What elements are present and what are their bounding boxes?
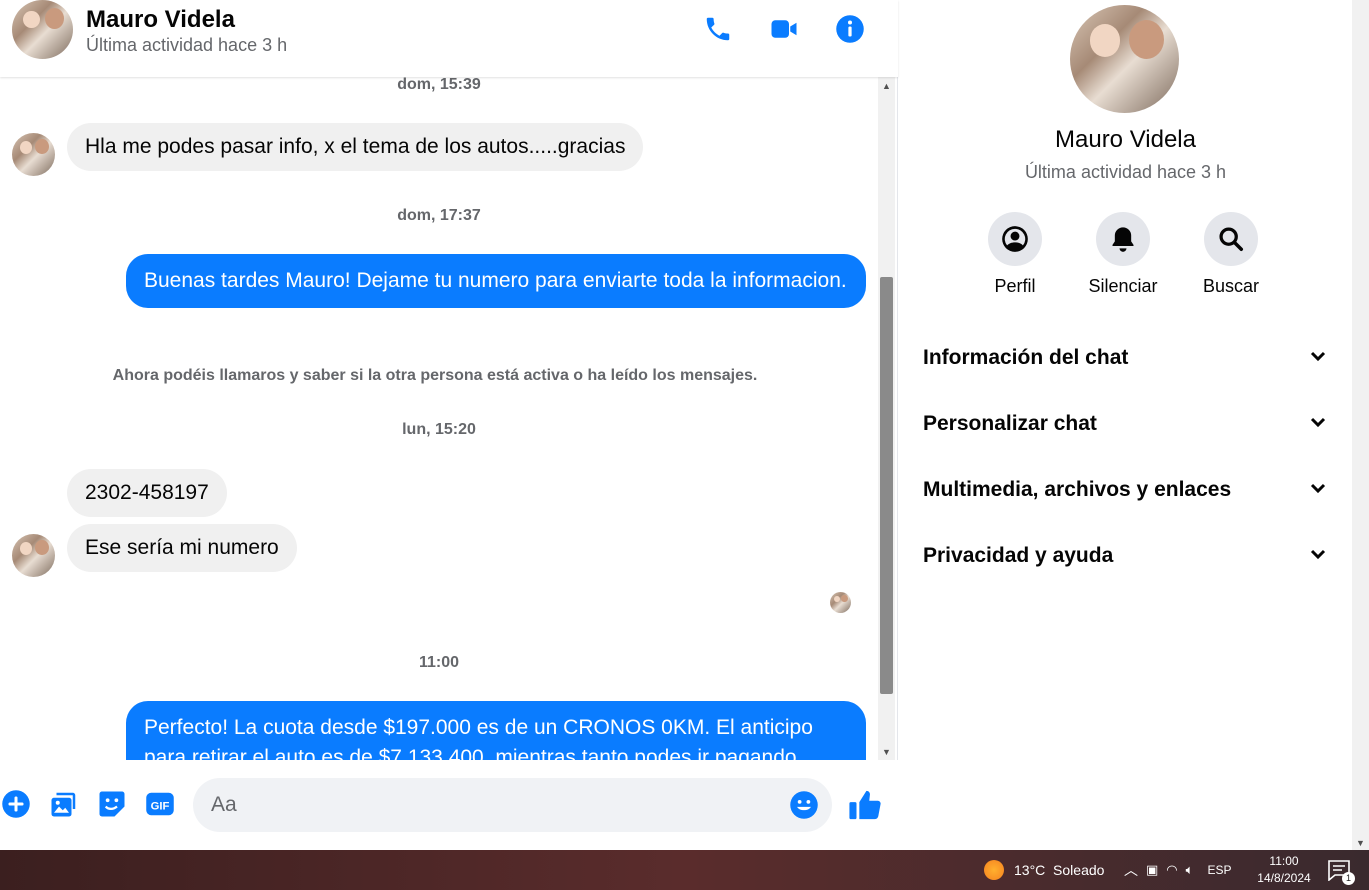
search-icon xyxy=(1204,212,1258,266)
incoming-message[interactable]: 2302-458197 xyxy=(67,469,227,517)
chevron-up-icon[interactable]: ︿ xyxy=(1124,860,1138,880)
messenger-app: Mauro Videla Última actividad hace 3 h d… xyxy=(0,0,1369,850)
contact-status: Última actividad hace 3 h xyxy=(86,35,288,55)
chevron-down-icon xyxy=(1308,478,1328,503)
sender-avatar[interactable] xyxy=(12,133,55,176)
chat-scrollbar[interactable]: ▲ ▼ xyxy=(878,77,895,760)
mute-label: Silenciar xyxy=(1088,276,1158,296)
emoji-icon[interactable] xyxy=(789,790,819,820)
search-button[interactable]: Buscar xyxy=(1186,212,1276,297)
info-contact-name: Mauro Videla xyxy=(1055,126,1196,153)
clock[interactable]: 11:00 14/8/2024 xyxy=(1254,853,1314,887)
message-list[interactable]: dom, 15:39 Hla me podes pasar info, x el… xyxy=(0,77,878,760)
like-icon[interactable] xyxy=(848,788,882,822)
clock-time: 11:00 xyxy=(1269,854,1299,868)
read-receipt-avatar xyxy=(830,592,851,613)
volume-icon[interactable]: 🔈︎ xyxy=(1186,862,1194,878)
chat-pane: Mauro Videla Última actividad hace 3 h d… xyxy=(0,0,898,850)
scroll-thumb[interactable] xyxy=(880,277,893,694)
chevron-down-icon xyxy=(1308,412,1328,437)
plus-icon[interactable] xyxy=(0,788,32,820)
profile-button[interactable]: Perfil xyxy=(970,212,1060,297)
conversation-info-panel: Mauro Videla Última actividad hace 3 h P… xyxy=(899,0,1352,850)
section-label: Información del chat xyxy=(923,346,1129,369)
section-label: Personalizar chat xyxy=(923,412,1097,435)
gif-icon[interactable]: GIF xyxy=(144,788,176,820)
timestamp: dom, 15:39 xyxy=(397,77,481,93)
outgoing-message[interactable]: Buenas tardes Mauro! Dejame tu numero pa… xyxy=(126,254,866,308)
wifi-icon[interactable]: ◠ xyxy=(1166,862,1177,878)
scroll-up-arrow-icon[interactable]: ▲ xyxy=(878,77,895,94)
image-icon[interactable] xyxy=(48,788,80,820)
section-label: Multimedia, archivos y enlaces xyxy=(923,478,1232,501)
info-contact-status: Última actividad hace 3 h xyxy=(1024,162,1227,182)
section-customize-chat[interactable]: Personalizar chat xyxy=(923,404,1328,444)
bell-icon xyxy=(1096,212,1150,266)
sender-avatar[interactable] xyxy=(12,534,55,577)
notification-center-icon[interactable]: 1 xyxy=(1327,859,1355,885)
incoming-message[interactable]: Hla me podes pasar info, x el tema de lo… xyxy=(67,123,644,171)
incoming-message[interactable]: Ese sería mi numero xyxy=(67,524,297,572)
profile-label: Perfil xyxy=(994,276,1036,296)
message-input[interactable] xyxy=(211,778,781,832)
windows-taskbar: 13°C Soleado ︿ ▣ ◠ 🔈︎ ESP 11:00 14/8/202… xyxy=(0,850,1369,890)
chevron-down-icon xyxy=(1308,544,1328,569)
contact-avatar[interactable] xyxy=(12,0,73,59)
contact-name[interactable]: Mauro Videla xyxy=(86,6,235,34)
system-notice: Ahora podéis llamaros y saber si la otra… xyxy=(112,367,758,384)
sun-icon xyxy=(984,860,1004,880)
mute-button[interactable]: Silenciar xyxy=(1078,212,1168,297)
composer-bar: GIF xyxy=(0,760,898,850)
section-privacy-help[interactable]: Privacidad y ayuda xyxy=(923,536,1328,576)
timestamp: lun, 15:20 xyxy=(402,421,476,438)
weather-widget[interactable]: 13°C Soleado xyxy=(984,860,1104,880)
system-tray: ︿ ▣ ◠ 🔈︎ ESP xyxy=(1124,860,1231,880)
timestamp: 11:00 xyxy=(418,654,460,671)
outgoing-message[interactable]: Perfecto! La cuota desde $197.000 es de … xyxy=(126,701,866,760)
chat-header: Mauro Videla Última actividad hace 3 h xyxy=(0,0,898,77)
contact-avatar-large[interactable] xyxy=(1070,5,1179,113)
info-icon[interactable] xyxy=(833,12,867,46)
clock-date: 14/8/2024 xyxy=(1257,871,1311,885)
section-label: Privacidad y ayuda xyxy=(923,544,1114,567)
weather-text: 13°C Soleado xyxy=(1014,862,1105,878)
sticker-icon[interactable] xyxy=(96,788,128,820)
video-call-icon[interactable] xyxy=(767,12,801,46)
scroll-down-arrow-icon[interactable]: ▼ xyxy=(1352,838,1369,848)
profile-icon xyxy=(988,212,1042,266)
language-indicator[interactable]: ESP xyxy=(1207,863,1231,877)
meet-icon[interactable]: ▣ xyxy=(1146,862,1158,878)
timestamp: dom, 17:37 xyxy=(397,207,481,224)
section-chat-info[interactable]: Información del chat xyxy=(923,338,1328,378)
svg-text:GIF: GIF xyxy=(151,801,170,813)
scroll-down-arrow-icon[interactable]: ▼ xyxy=(878,743,895,760)
page-scrollbar[interactable]: ▼ xyxy=(1352,0,1369,850)
phone-icon[interactable] xyxy=(701,12,735,46)
section-media-files-links[interactable]: Multimedia, archivos y enlaces xyxy=(923,470,1328,510)
message-input-wrapper xyxy=(193,778,832,832)
chevron-down-icon xyxy=(1308,346,1328,371)
search-label: Buscar xyxy=(1202,276,1260,296)
notification-badge: 1 xyxy=(1342,872,1355,885)
